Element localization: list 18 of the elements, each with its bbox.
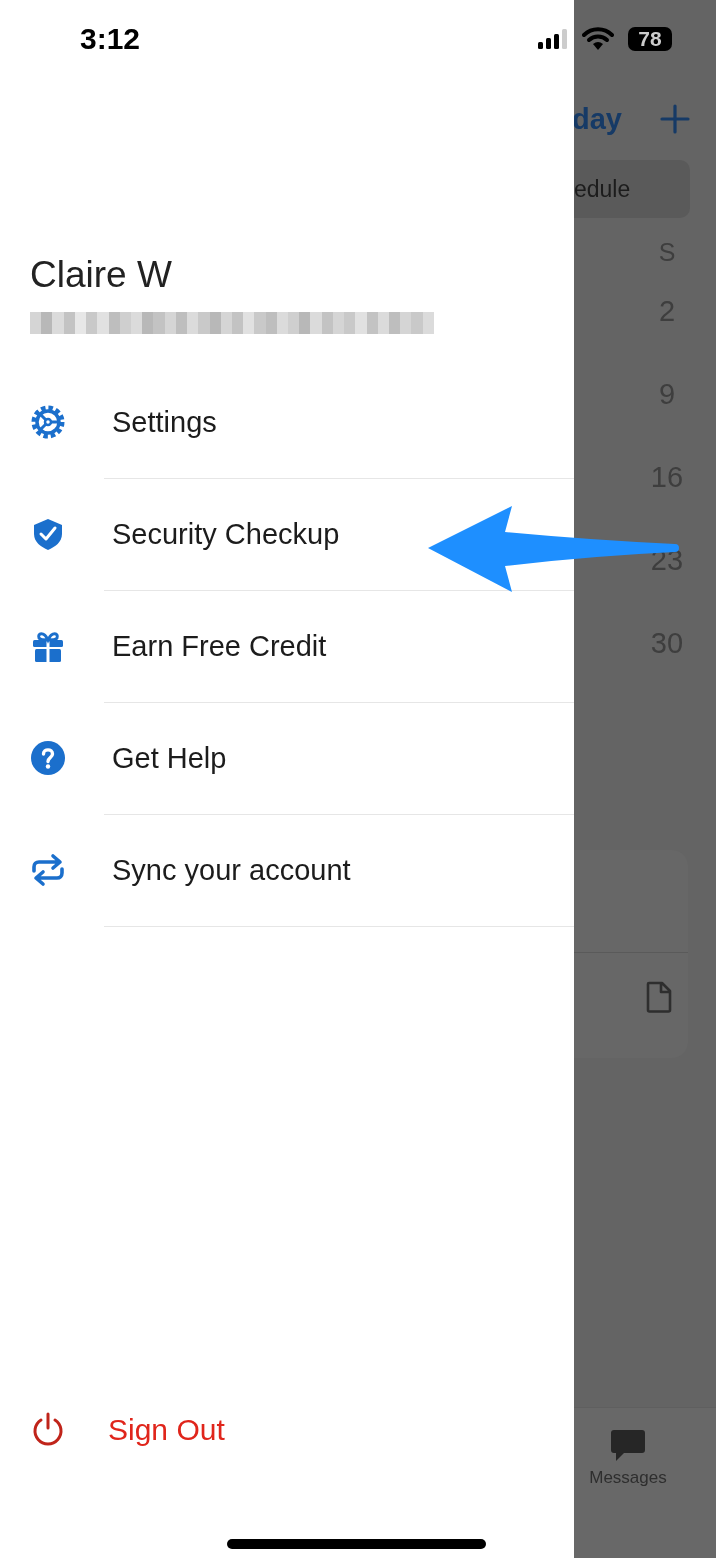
- schedule-tab[interactable]: edule: [574, 160, 690, 218]
- signal-icon: [538, 29, 568, 49]
- add-icon[interactable]: [660, 104, 690, 134]
- settings-icon: [30, 404, 66, 440]
- document-icon: [646, 981, 672, 1013]
- tab-item[interactable]: Messages: [574, 1408, 682, 1488]
- profile-name: Claire W: [30, 253, 173, 297]
- sync-arrows-icon: [30, 852, 66, 888]
- battery-indicator: 78: [628, 27, 672, 51]
- header-title: day: [574, 102, 622, 136]
- wifi-icon: [582, 27, 614, 51]
- status-time: 3:12: [80, 22, 141, 56]
- sign-out-button[interactable]: Sign Out: [104, 1412, 225, 1448]
- menu-item[interactable]: Get Help: [104, 703, 574, 815]
- chat-bubble-icon: [610, 1428, 646, 1464]
- menu-item[interactable]: Settings: [104, 367, 574, 479]
- help-icon: [30, 740, 66, 776]
- menu-item[interactable]: Earn Free Credit: [104, 591, 574, 703]
